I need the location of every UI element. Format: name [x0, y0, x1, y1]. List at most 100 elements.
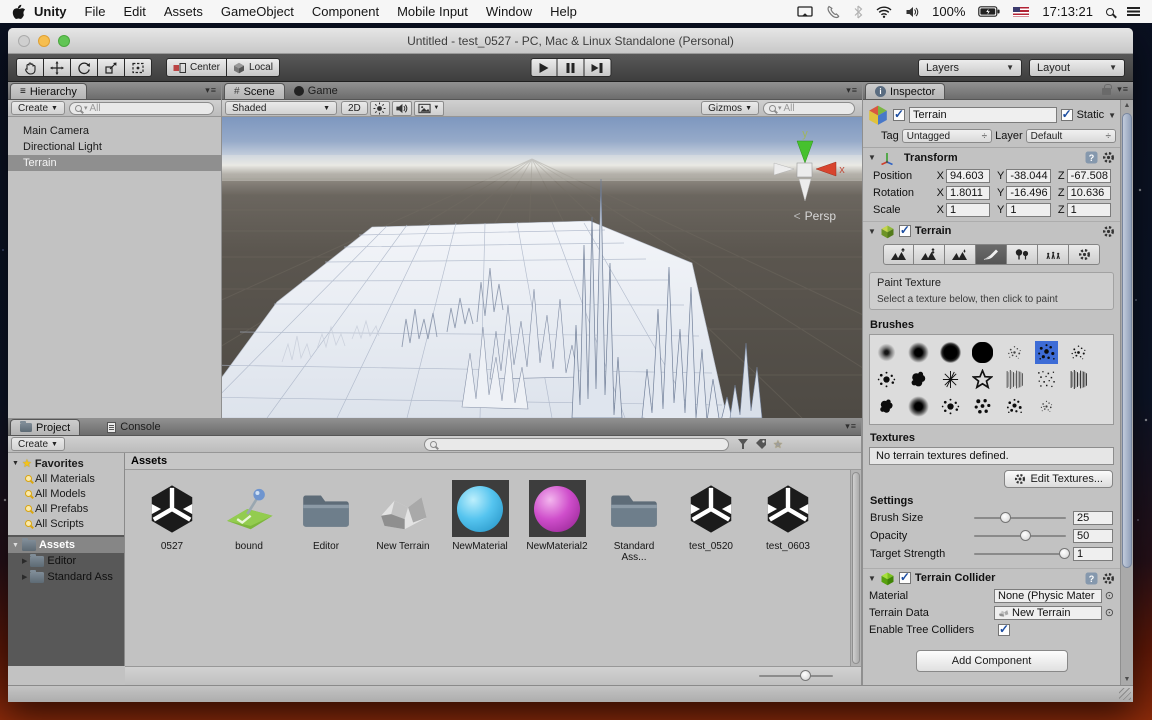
- scene-viewport[interactable]: y x <Persp: [222, 117, 862, 418]
- tree-item-editor[interactable]: ▶Editor: [8, 553, 124, 569]
- step-button[interactable]: [584, 58, 611, 77]
- place-trees-tool[interactable]: [1007, 244, 1038, 265]
- foldout-icon[interactable]: ▼: [868, 227, 876, 236]
- asset-test-0603[interactable]: test_0603: [755, 480, 821, 563]
- pivot-toggle-button[interactable]: Center: [166, 58, 227, 77]
- hand-tool-button[interactable]: [16, 58, 44, 77]
- save-search-icon[interactable]: ★: [773, 438, 783, 451]
- asset-newmaterial[interactable]: NewMaterial: [447, 480, 513, 563]
- menu-help[interactable]: Help: [541, 4, 586, 19]
- tab-scene[interactable]: #Scene: [224, 83, 285, 99]
- menu-unity[interactable]: Unity: [25, 4, 76, 19]
- asset-editor-folder[interactable]: Editor: [293, 480, 359, 563]
- transform-header[interactable]: ▼ Transform: [863, 148, 1120, 167]
- brush-swatch[interactable]: [907, 368, 930, 391]
- brush-size-slider[interactable]: [974, 517, 1066, 519]
- asset-grid-scrollbar[interactable]: [850, 470, 861, 666]
- favorite-all-scripts[interactable]: All Scripts: [8, 516, 124, 531]
- slider-thumb[interactable]: [800, 670, 811, 681]
- volume-icon[interactable]: [905, 5, 919, 19]
- inspector-scrollbar[interactable]: ▲ ▼: [1120, 100, 1133, 685]
- terrain-collider-header[interactable]: ▼ Terrain Collider: [863, 568, 1120, 587]
- gear-icon[interactable]: [1102, 225, 1115, 238]
- foldout-icon[interactable]: ▼: [868, 153, 876, 162]
- add-component-button[interactable]: Add Component: [916, 650, 1068, 672]
- menu-window[interactable]: Window: [477, 4, 541, 19]
- object-picker-icon[interactable]: ⊙: [1105, 589, 1114, 602]
- edit-textures-button[interactable]: Edit Textures...: [1004, 470, 1113, 488]
- terrain-settings-tool[interactable]: [1069, 244, 1100, 265]
- phone-icon[interactable]: [826, 5, 840, 19]
- terrain-enabled-checkbox[interactable]: [899, 225, 911, 237]
- static-dropdown-caret[interactable]: ▼: [1108, 111, 1116, 120]
- target-strength-value[interactable]: 1: [1073, 547, 1113, 561]
- hierarchy-search-input[interactable]: ▾All: [69, 102, 214, 115]
- opacity-value[interactable]: 50: [1073, 529, 1113, 543]
- menu-file[interactable]: File: [76, 4, 115, 19]
- position-x-field[interactable]: 94.603: [946, 169, 990, 183]
- brush-swatch[interactable]: [1067, 341, 1090, 364]
- scroll-down-arrow[interactable]: ▼: [1121, 676, 1133, 683]
- position-z-field[interactable]: -67.508: [1067, 169, 1111, 183]
- object-picker-icon[interactable]: ⊙: [1105, 606, 1114, 619]
- brush-swatch[interactable]: [1003, 368, 1026, 391]
- brush-swatch[interactable]: [1067, 368, 1090, 391]
- brush-swatch[interactable]: [907, 341, 930, 364]
- brush-swatch[interactable]: [939, 368, 962, 391]
- help-icon[interactable]: [1085, 572, 1098, 585]
- tab-inspector[interactable]: iInspector: [865, 83, 945, 99]
- panel-menu-icon[interactable]: ▾≡: [205, 85, 217, 96]
- notification-center-icon[interactable]: [1127, 7, 1140, 16]
- brush-swatch[interactable]: [907, 395, 930, 418]
- window-titlebar[interactable]: Untitled - test_0527 - PC, Mac & Linux S…: [8, 28, 1133, 54]
- rotation-z-field[interactable]: 10.636: [1067, 186, 1111, 200]
- scale-x-field[interactable]: 1: [946, 203, 990, 217]
- rotate-tool-button[interactable]: [71, 58, 98, 77]
- thumbnail-zoom-slider[interactable]: [759, 675, 833, 677]
- gear-icon[interactable]: [1102, 572, 1115, 585]
- hierarchy-create-button[interactable]: Create▼: [11, 101, 65, 115]
- project-search-input[interactable]: [424, 438, 729, 451]
- close-button[interactable]: [18, 35, 30, 47]
- rotation-y-field[interactable]: -16.496: [1006, 186, 1050, 200]
- tab-hierarchy[interactable]: ≡Hierarchy: [10, 83, 87, 99]
- terrain-component-header[interactable]: ▼ Terrain: [863, 221, 1120, 240]
- favorite-all-models[interactable]: All Models: [8, 486, 124, 501]
- 2d-toggle[interactable]: 2D: [341, 101, 368, 115]
- brush-swatch[interactable]: [1003, 341, 1026, 364]
- gameobject-name-field[interactable]: Terrain: [909, 107, 1057, 123]
- rect-tool-button[interactable]: [125, 58, 152, 77]
- pause-button[interactable]: [557, 58, 584, 77]
- brush-swatch[interactable]: [1003, 395, 1026, 418]
- tag-dropdown[interactable]: Untagged÷: [902, 129, 992, 143]
- favorites-header[interactable]: ▼★Favorites: [8, 456, 124, 471]
- brush-size-value[interactable]: 25: [1073, 511, 1113, 525]
- asset-new-terrain[interactable]: New Terrain: [370, 480, 436, 563]
- collider-enabled-checkbox[interactable]: [899, 572, 911, 584]
- brush-swatch[interactable]: [875, 341, 898, 364]
- bluetooth-icon[interactable]: [853, 5, 863, 19]
- asset-standard-assets[interactable]: Standard Ass...: [601, 480, 667, 563]
- scene-effects-dropdown[interactable]: ▼: [414, 101, 444, 116]
- paint-texture-tool[interactable]: [976, 244, 1007, 265]
- scene-audio-toggle[interactable]: [392, 101, 412, 116]
- perspective-label[interactable]: <Persp: [794, 209, 836, 223]
- tab-project[interactable]: Project: [10, 419, 80, 435]
- position-y-field[interactable]: -38.044: [1006, 169, 1050, 183]
- scale-y-field[interactable]: 1: [1006, 203, 1050, 217]
- raise-lower-terrain-tool[interactable]: [883, 244, 914, 265]
- panel-menu-icon[interactable]: ▾≡: [846, 85, 858, 96]
- static-checkbox[interactable]: [1061, 109, 1073, 121]
- scroll-up-arrow[interactable]: ▲: [1121, 102, 1133, 109]
- asset-test-0520[interactable]: test_0520: [678, 480, 744, 563]
- project-create-button[interactable]: Create▼: [11, 437, 65, 451]
- opacity-slider[interactable]: [974, 535, 1066, 537]
- favorite-all-prefabs[interactable]: All Prefabs: [8, 501, 124, 516]
- hierarchy-item-main-camera[interactable]: Main Camera: [8, 123, 221, 139]
- gear-icon[interactable]: [1102, 151, 1115, 164]
- scrollbar-thumb[interactable]: [852, 472, 860, 664]
- brush-swatch[interactable]: [971, 341, 994, 364]
- shading-mode-dropdown[interactable]: Shaded▼: [225, 101, 337, 115]
- move-tool-button[interactable]: [44, 58, 71, 77]
- display-icon[interactable]: [797, 6, 813, 18]
